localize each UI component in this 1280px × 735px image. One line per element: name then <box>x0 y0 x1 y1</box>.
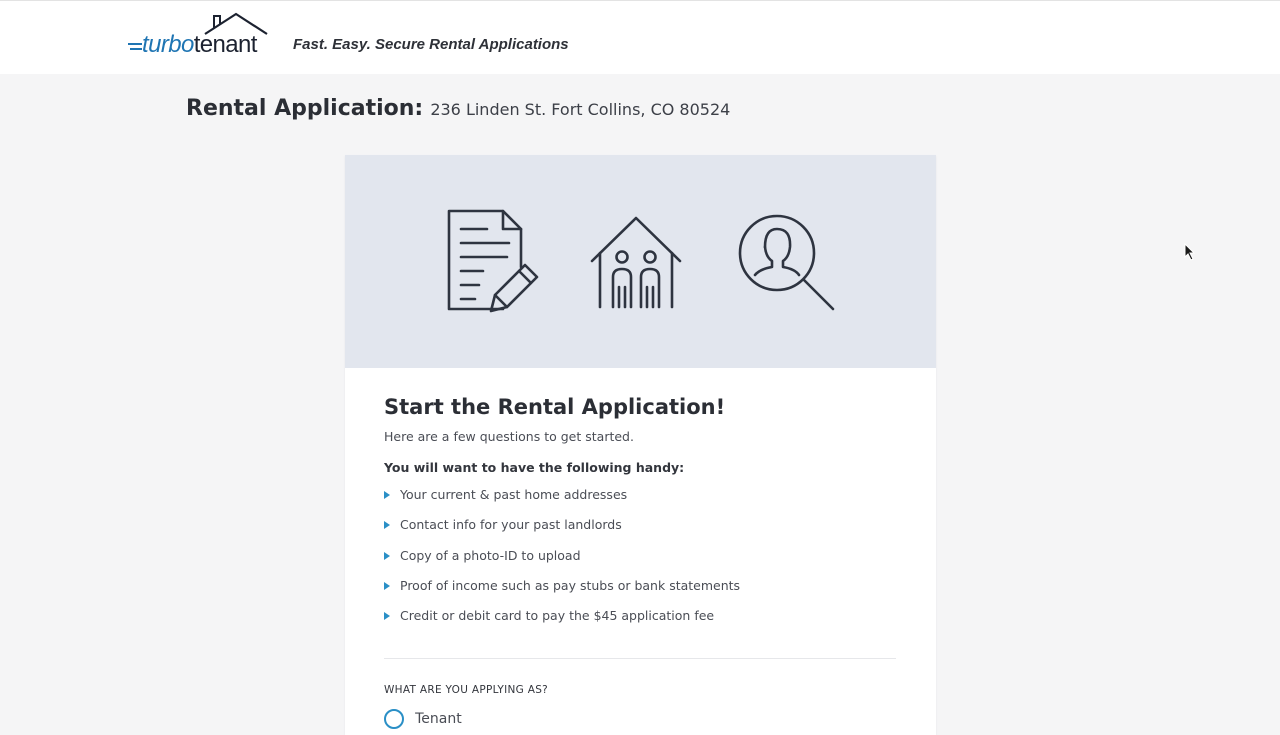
turbotenant-logo[interactable]: turbotenant <box>126 11 276 59</box>
page-title-label: Rental Application: <box>186 96 424 121</box>
intro-text: Here are a few questions to get started. <box>384 429 634 444</box>
list-item-text: Contact info for your past landlords <box>400 517 622 533</box>
page-title: Rental Application: 236 Linden St. Fort … <box>186 96 730 121</box>
list-item: Copy of a photo-ID to upload <box>384 548 896 578</box>
divider <box>384 658 896 659</box>
list-item: Contact info for your past landlords <box>384 517 896 547</box>
triangle-bullet-icon <box>384 612 390 621</box>
list-item-text: Your current & past home addresses <box>400 487 628 502</box>
triangle-bullet-icon <box>384 551 390 560</box>
applying-as-label: WHAT ARE YOU APPLYING AS? <box>384 684 549 696</box>
list-item: Credit or debit card to pay the $45 appl… <box>384 608 896 638</box>
logo-wordmark: turbotenant <box>126 33 257 57</box>
radio-label: Tenant <box>415 710 462 727</box>
radio-option-tenant[interactable]: Tenant <box>384 708 462 729</box>
triangle-bullet-icon <box>384 491 390 499</box>
property-address: 236 Linden St. Fort Collins, CO 80524 <box>430 100 731 119</box>
handy-heading: You will want to have the following hand… <box>384 460 685 475</box>
application-card: Start the Rental Application! Here are a… <box>345 155 936 735</box>
tagline: Fast. Easy. Secure Rental Applications <box>293 36 569 53</box>
list-item-text: Copy of a photo-ID to upload <box>400 547 581 563</box>
logo-turbo: turbo <box>142 31 194 58</box>
list-item: Your current & past home addresses <box>384 487 896 517</box>
card-title: Start the Rental Application! <box>384 395 726 419</box>
card-content: Start the Rental Application! Here are a… <box>384 395 896 638</box>
list-item: Proof of income such as pay stubs or ban… <box>384 578 896 608</box>
document-edit-icon <box>447 209 539 313</box>
requirements-list: Your current & past home addresses Conta… <box>384 487 896 638</box>
mouse-cursor-icon <box>1184 243 1196 261</box>
person-search-icon <box>738 214 835 311</box>
family-house-icon <box>590 216 682 309</box>
banner <box>345 155 936 368</box>
triangle-bullet-icon <box>384 581 390 590</box>
radio-button[interactable] <box>384 708 404 729</box>
triangle-bullet-icon <box>384 521 390 530</box>
site-header: turbotenant Fast. Easy. Secure Rental Ap… <box>0 0 1280 74</box>
list-item-text: Credit or debit card to pay the $45 appl… <box>400 608 715 624</box>
list-item-text: Proof of income such as pay stubs or ban… <box>400 577 741 593</box>
logo-tenant: tenant <box>193 31 258 58</box>
